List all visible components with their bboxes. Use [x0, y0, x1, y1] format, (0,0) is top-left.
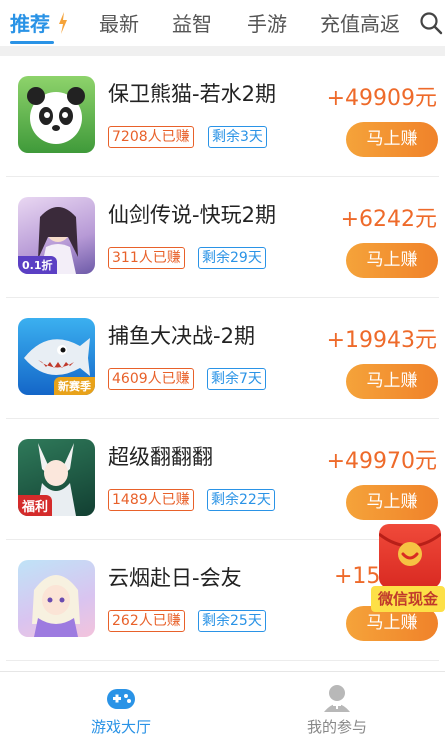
game-title: 云烟赴日-会友 [108, 566, 242, 590]
list-item[interactable]: 0.1折 仙剑传说-快玩2期 +6242元 311人已赚 剩余29天 马上赚 [0, 177, 445, 298]
reward-amount: +49909元 [326, 86, 437, 111]
reward-amount: +19943元 [326, 328, 437, 353]
earned-count-badge: 4609人已赚 [108, 368, 194, 390]
wechat-cash-label: 微信现金 [371, 586, 445, 612]
panda-icon [27, 87, 85, 144]
category-tabs: 推荐 最新 益智 手游 充值高返 [0, 0, 445, 46]
nav-my-participation[interactable]: 我的参与 [226, 672, 445, 739]
search-icon[interactable] [418, 10, 444, 36]
new-season-badge: 新赛季 [54, 377, 95, 395]
game-title: 捕鱼大决战-2期 [108, 324, 255, 348]
earned-count-badge: 7208人已赚 [108, 126, 194, 148]
user-icon [324, 685, 350, 712]
tab-recharge-rebate[interactable]: 充值高返 [320, 8, 400, 37]
days-remaining-badge: 剩余29天 [198, 247, 266, 269]
game-thumbnail-panda [18, 76, 95, 153]
tab-puzzle[interactable]: 益智 [172, 8, 212, 37]
earned-count-badge: 262人已赚 [108, 610, 185, 632]
game-title: 保卫熊猫-若水2期 [108, 82, 276, 106]
tab-latest[interactable]: 最新 [99, 8, 139, 37]
red-envelope-icon [378, 524, 442, 588]
active-tab-indicator [10, 41, 54, 44]
days-remaining-badge: 剩余25天 [198, 610, 266, 632]
days-remaining-badge: 剩余7天 [207, 368, 266, 390]
character-icon [32, 575, 80, 637]
tab-recommend[interactable]: 推荐 [10, 8, 50, 37]
tab-mobile-games[interactable]: 手游 [247, 8, 287, 37]
game-title: 超级翻翻翻 [108, 445, 213, 469]
earn-now-button[interactable]: 马上赚 [346, 243, 438, 278]
top-divider [0, 46, 445, 56]
reward-amount: +6242元 [340, 207, 437, 232]
bottom-navigation: 游戏大厅 我的参与 [0, 671, 445, 739]
game-title: 仙剑传说-快玩2期 [108, 203, 276, 227]
days-remaining-badge: 剩余22天 [207, 489, 275, 511]
welfare-badge: 福利 [18, 495, 53, 516]
gamepad-icon [107, 689, 135, 709]
nav-game-hall-label: 游戏大厅 [90, 718, 151, 736]
earn-now-button[interactable]: 马上赚 [346, 122, 438, 157]
game-thumbnail-yunyan [18, 560, 95, 637]
earn-now-button[interactable]: 马上赚 [346, 364, 438, 399]
game-thumbnail-fanfan: 福利 [18, 439, 95, 516]
days-remaining-badge: 剩余3天 [208, 126, 267, 148]
discount-badge: 0.1折 [18, 256, 57, 274]
game-thumbnail-fishing: 新赛季 [18, 318, 95, 395]
lightning-icon [59, 12, 67, 34]
nav-game-hall[interactable]: 游戏大厅 [10, 672, 232, 739]
game-thumbnail-xianjian: 0.1折 [18, 197, 95, 274]
earned-count-badge: 1489人已赚 [108, 489, 194, 511]
wechat-cash-floating-button[interactable]: 微信现金 [371, 524, 445, 616]
list-item[interactable]: 新赛季 捕鱼大决战-2期 +19943元 4609人已赚 剩余7天 马上赚 [0, 298, 445, 419]
nav-my-participation-label: 我的参与 [306, 718, 367, 736]
earn-now-button[interactable]: 马上赚 [346, 485, 438, 520]
list-item[interactable]: 保卫熊猫-若水2期 +49909元 7208人已赚 剩余3天 马上赚 [0, 56, 445, 177]
list-item[interactable]: 福利 超级翻翻翻 +49970元 1489人已赚 剩余22天 马上赚 [0, 419, 445, 540]
earned-count-badge: 311人已赚 [108, 247, 185, 269]
reward-amount: +49970元 [326, 449, 437, 474]
